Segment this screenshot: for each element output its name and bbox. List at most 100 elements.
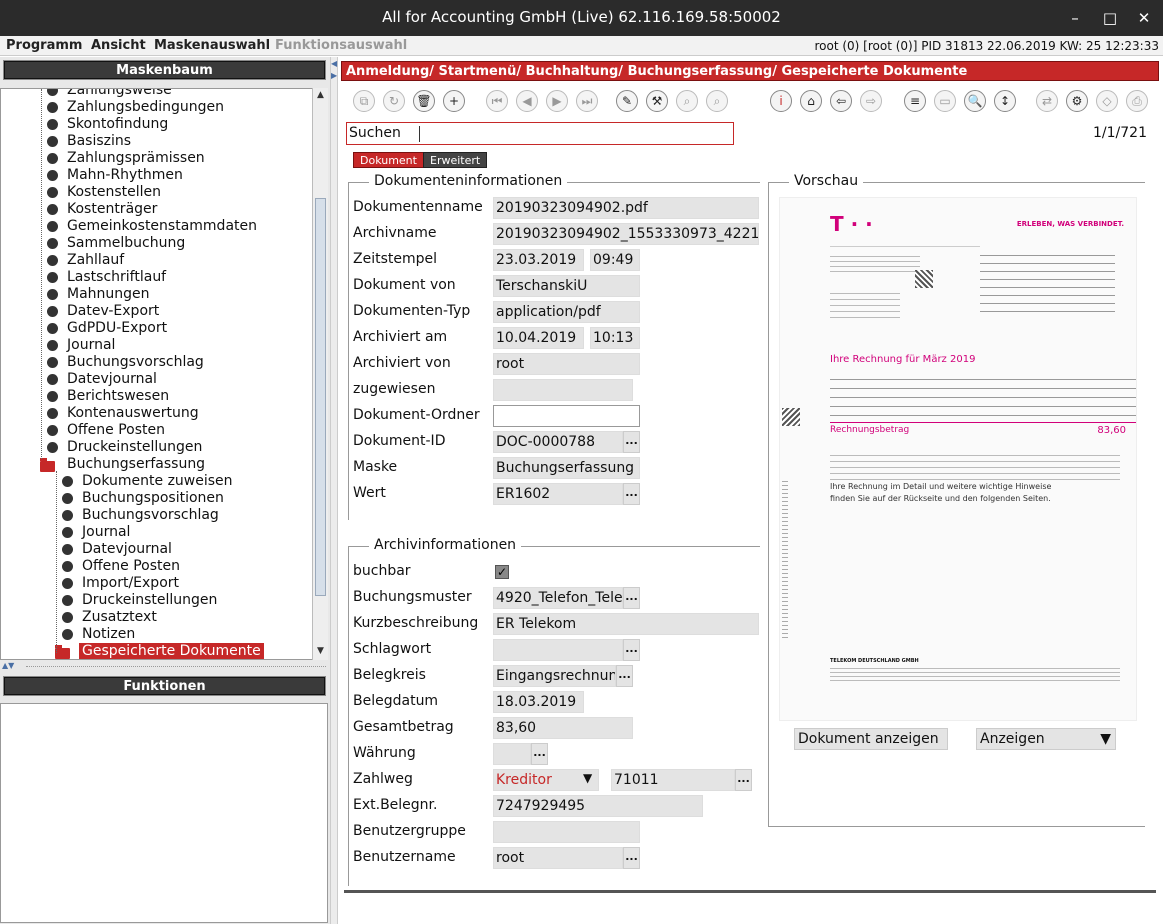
tree-item[interactable]: Buchungsvorschlag <box>1 507 311 524</box>
tree-item[interactable]: Journal <box>1 337 311 354</box>
tab-dokument[interactable]: Dokument <box>353 152 424 168</box>
split-right-icon[interactable]: ▶ <box>331 71 337 80</box>
lookup-button[interactable]: ... <box>735 769 752 791</box>
next-icon[interactable]: ▶ <box>546 90 568 112</box>
last-icon[interactable]: ⏭ <box>576 90 598 112</box>
menu-programm[interactable]: Programm <box>6 38 82 53</box>
tree-item[interactable]: Zahlungsbedingungen <box>1 99 311 116</box>
edit-icon[interactable]: ✎ <box>616 90 638 112</box>
scroll-thumb[interactable] <box>315 198 326 596</box>
lookup-button[interactable]: ... <box>623 639 640 661</box>
lookup-button[interactable]: ... <box>616 665 633 687</box>
delete-icon[interactable]: 🗑 <box>413 90 435 112</box>
tree-item[interactable]: Lastschriftlauf <box>1 269 311 286</box>
waehrung-field[interactable] <box>493 743 531 765</box>
scroll-down-icon[interactable]: ▼ <box>313 644 328 659</box>
list-icon[interactable]: ≡ <box>904 90 926 112</box>
tree-item[interactable]: Zahlungsweise <box>1 89 311 99</box>
sort-icon[interactable]: ↕ <box>994 90 1016 112</box>
search-doc-icon[interactable]: ⌕ <box>676 90 698 112</box>
archiviert-am-date-field[interactable]: 10.04.2019 <box>493 327 584 349</box>
schlagwort-field[interactable] <box>493 639 623 661</box>
kurzbeschreibung-field[interactable]: ER Telekom <box>493 613 759 635</box>
tree-item[interactable]: Datevjournal <box>1 371 311 388</box>
tag-icon[interactable]: ◇ <box>1096 90 1118 112</box>
import-icon[interactable]: ⇨ <box>860 90 882 112</box>
dokument-von-field[interactable]: TerschanskiU <box>493 275 640 297</box>
benutzergruppe-field[interactable] <box>493 821 640 843</box>
document-preview[interactable]: T · · ERLEBEN, WAS VERBINDET. Ihre Rechn… <box>779 197 1137 721</box>
magnifier-icon[interactable]: 🔍 <box>964 90 986 112</box>
buchbar-checkbox[interactable]: ✓ <box>495 565 509 579</box>
copy-icon[interactable]: ⧉ <box>353 90 375 112</box>
tree-item[interactable]: Berichtswesen <box>1 388 311 405</box>
dokumenten-typ-field[interactable]: application/pdf <box>493 301 640 323</box>
zahlweg-select-2[interactable]: 71011 <box>611 769 735 791</box>
tree-item[interactable]: Gemeinkostenstammdaten <box>1 218 311 235</box>
add-icon[interactable]: + <box>443 90 465 112</box>
tool-icon[interactable]: ⚒ <box>646 90 668 112</box>
lookup-button[interactable]: ... <box>623 483 640 505</box>
tree-item[interactable]: Basiszins <box>1 133 311 150</box>
maximize-button[interactable]: □ <box>1099 7 1121 29</box>
lookup-button[interactable]: ... <box>623 431 640 453</box>
tree-item[interactable]: Datev-Export <box>1 303 311 320</box>
tree-item[interactable]: Datevjournal <box>1 541 311 558</box>
tree-item[interactable]: Journal <box>1 524 311 541</box>
benutzername-field[interactable]: root <box>493 847 623 869</box>
tree-item[interactable]: Zahllauf <box>1 252 311 269</box>
tree-item[interactable]: Dokumente zuweisen <box>1 473 311 490</box>
tree-item[interactable]: Notizen <box>1 626 311 643</box>
buchungsmuster-field[interactable]: 4920_Telefon_Telekom <box>493 587 623 609</box>
tree-item[interactable]: Offene Posten <box>1 558 311 575</box>
menu-ansicht[interactable]: Ansicht <box>91 38 146 53</box>
tree-item[interactable]: Zusatztext <box>1 609 311 626</box>
scroll-up-icon[interactable]: ▲ <box>313 88 328 103</box>
first-icon[interactable]: ⏮ <box>486 90 508 112</box>
belegkreis-field[interactable]: Eingangsrechnungen <box>493 665 616 687</box>
split-up-icon[interactable]: ▲▼ <box>2 661 14 670</box>
maske-field[interactable]: Buchungserfassung <box>493 457 640 479</box>
archivname-field[interactable]: 20190323094902_1553330973_4221 <box>493 223 759 245</box>
prev-icon[interactable]: ◀ <box>516 90 538 112</box>
gesamtbetrag-field[interactable]: 83,60 <box>493 717 633 739</box>
zeitstempel-date-field-2[interactable]: 09:49 <box>590 249 640 271</box>
dokument-ordner-field[interactable] <box>493 405 640 427</box>
ext-belegnr-field[interactable]: 7247929495 <box>493 795 703 817</box>
vertical-splitter[interactable]: ◀ ▶ <box>330 57 338 924</box>
minimize-button[interactable]: – <box>1064 7 1086 29</box>
tree-item[interactable]: Buchungserfassung <box>1 456 311 473</box>
tree-scrollbar[interactable]: ▲ ▼ <box>312 88 328 660</box>
swap-icon[interactable]: ⇄ <box>1036 90 1058 112</box>
zeitstempel-date-field[interactable]: 23.03.2019 <box>493 249 584 271</box>
tree-item[interactable]: Druckeinstellungen <box>1 592 311 609</box>
tree-item[interactable]: Import/Export <box>1 575 311 592</box>
export-icon[interactable]: ⇦ <box>830 90 852 112</box>
wert-field[interactable]: ER1602 <box>493 483 623 505</box>
refresh-icon[interactable]: ↻ <box>383 90 405 112</box>
view-mode-select[interactable]: Anzeigen ▼ <box>976 728 1116 750</box>
tree-item[interactable]: Kostenträger <box>1 201 311 218</box>
window-icon[interactable]: ▭ <box>934 90 956 112</box>
tree-item[interactable]: Zahlungsprämissen <box>1 150 311 167</box>
close-button[interactable]: ✕ <box>1133 7 1155 29</box>
info-icon[interactable]: i <box>770 90 792 112</box>
search-doc2-icon[interactable]: ⌕ <box>706 90 728 112</box>
show-document-button[interactable]: Dokument anzeigen <box>794 728 948 750</box>
tree-item[interactable]: GdPDU-Export <box>1 320 311 337</box>
settings-icon[interactable]: ⚙ <box>1066 90 1088 112</box>
dokumentenname-field[interactable]: 20190323094902.pdf <box>493 197 759 219</box>
lookup-button[interactable]: ... <box>531 743 548 765</box>
search-input[interactable]: Suchen <box>346 122 734 145</box>
tree-item[interactable]: Mahnungen <box>1 286 311 303</box>
archiviert-von-field[interactable]: root <box>493 353 640 375</box>
tree-item[interactable]: Buchungspositionen <box>1 490 311 507</box>
zugewiesen-field[interactable] <box>493 379 633 401</box>
tree-item[interactable]: Sammelbuchung <box>1 235 311 252</box>
print-icon[interactable]: ⎙ <box>1126 90 1148 112</box>
tab-erweitert[interactable]: Erweitert <box>423 152 488 168</box>
archiviert-am-date-field-2[interactable]: 10:13 <box>590 327 640 349</box>
tree-item[interactable]: Buchungsvorschlag <box>1 354 311 371</box>
home-icon[interactable]: ⌂ <box>800 90 822 112</box>
tree-item[interactable]: Offene Posten <box>1 422 311 439</box>
